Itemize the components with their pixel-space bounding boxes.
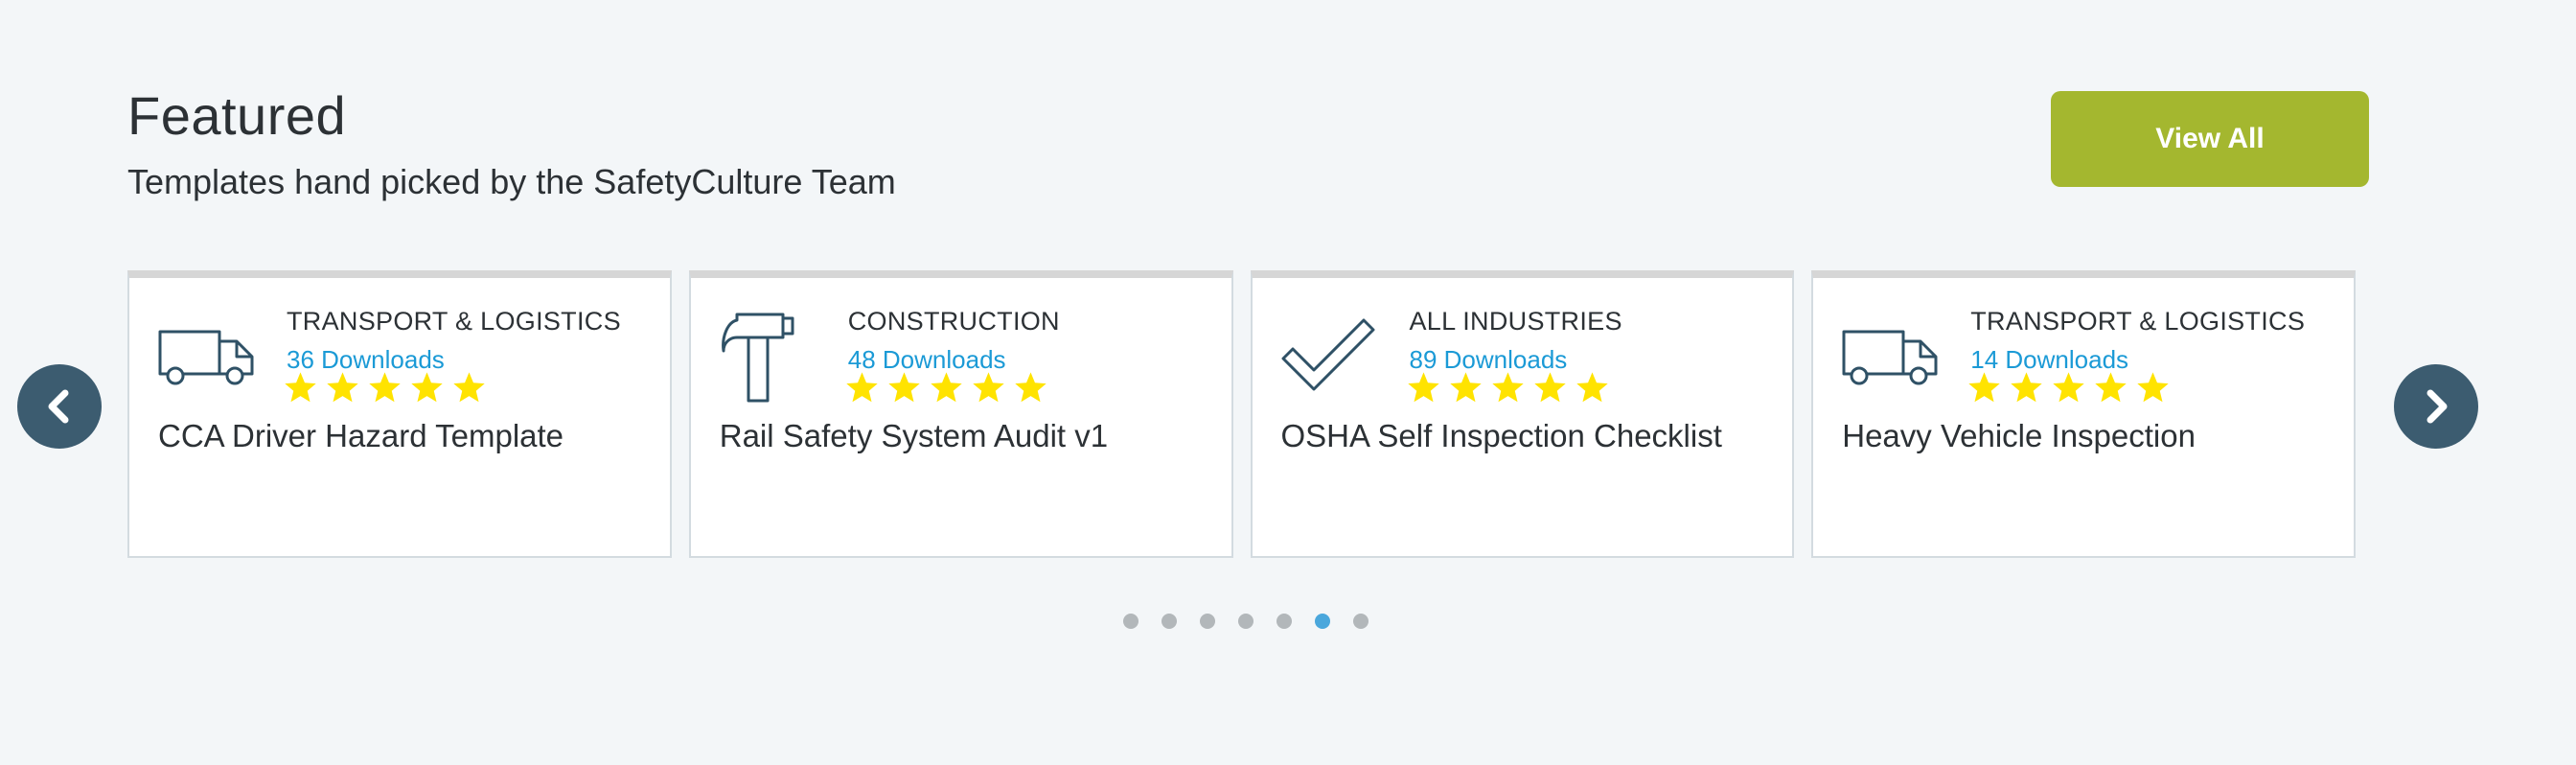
pagination-dot[interactable] xyxy=(1276,614,1292,629)
pagination-dot[interactable] xyxy=(1238,614,1254,629)
pagination-dot-active[interactable] xyxy=(1315,614,1330,629)
star-icon xyxy=(283,370,318,406)
star-icon xyxy=(1448,370,1484,406)
card-rating xyxy=(1966,370,2171,406)
star-icon xyxy=(409,370,445,406)
card-title[interactable]: Heavy Vehicle Inspection xyxy=(1842,418,2196,454)
card-category: CONSTRUCTION xyxy=(847,307,1060,336)
star-icon xyxy=(451,370,487,406)
star-icon xyxy=(971,370,1006,406)
template-card[interactable]: ALL INDUSTRIES 89 Downloads OSHA Self In… xyxy=(1250,270,1795,558)
card-title[interactable]: Rail Safety System Audit v1 xyxy=(720,418,1108,454)
star-icon xyxy=(367,370,402,406)
template-card[interactable]: CONSTRUCTION 48 Downloads Rail Safety Sy… xyxy=(688,270,1233,558)
card-rating xyxy=(1406,370,1610,406)
featured-section: Featured Templates hand picked by the Sa… xyxy=(0,0,2576,765)
section-subtitle: Templates hand picked by the SafetyCultu… xyxy=(127,162,896,201)
pagination-dot[interactable] xyxy=(1123,614,1138,629)
star-icon xyxy=(1532,370,1568,406)
card-title[interactable]: CCA Driver Hazard Template xyxy=(158,418,564,454)
star-icon xyxy=(325,370,360,406)
card-rating xyxy=(844,370,1048,406)
star-icon xyxy=(1575,370,1610,406)
template-card[interactable]: TRANSPORT & LOGISTICS 36 Downloads CCA D… xyxy=(127,270,672,558)
pagination-dot[interactable] xyxy=(1162,614,1177,629)
card-category: TRANSPORT & LOGISTICS xyxy=(287,307,621,336)
carousel-track: TRANSPORT & LOGISTICS 36 Downloads CCA D… xyxy=(127,270,2356,558)
truck-icon xyxy=(1840,305,1940,405)
card-category: TRANSPORT & LOGISTICS xyxy=(1970,307,2306,336)
hammer-icon xyxy=(718,305,817,405)
view-all-button[interactable]: View All xyxy=(2051,91,2369,187)
card-category: ALL INDUSTRIES xyxy=(1409,307,1622,336)
star-icon xyxy=(1013,370,1048,406)
star-icon xyxy=(844,370,880,406)
star-icon xyxy=(929,370,964,406)
star-icon xyxy=(1406,370,1441,406)
star-icon xyxy=(886,370,922,406)
card-rating xyxy=(283,370,487,406)
carousel-next-button[interactable] xyxy=(2394,364,2478,449)
section-title: Featured xyxy=(127,85,347,146)
checkmark-icon xyxy=(1279,305,1379,405)
star-icon xyxy=(2051,370,2086,406)
pagination-dot[interactable] xyxy=(1353,614,1368,629)
card-title[interactable]: OSHA Self Inspection Checklist xyxy=(1281,418,1722,454)
chevron-right-icon xyxy=(2426,389,2448,424)
chevron-left-icon xyxy=(48,389,69,424)
template-card[interactable]: TRANSPORT & LOGISTICS 14 Downloads Heavy… xyxy=(1811,270,2356,558)
truck-icon xyxy=(156,305,256,405)
star-icon xyxy=(2093,370,2128,406)
star-icon xyxy=(1490,370,1526,406)
star-icon xyxy=(2135,370,2171,406)
pagination-dot[interactable] xyxy=(1200,614,1215,629)
star-icon xyxy=(2009,370,2044,406)
carousel-pagination xyxy=(1123,614,1368,629)
carousel-prev-button[interactable] xyxy=(17,364,102,449)
star-icon xyxy=(1966,370,2002,406)
